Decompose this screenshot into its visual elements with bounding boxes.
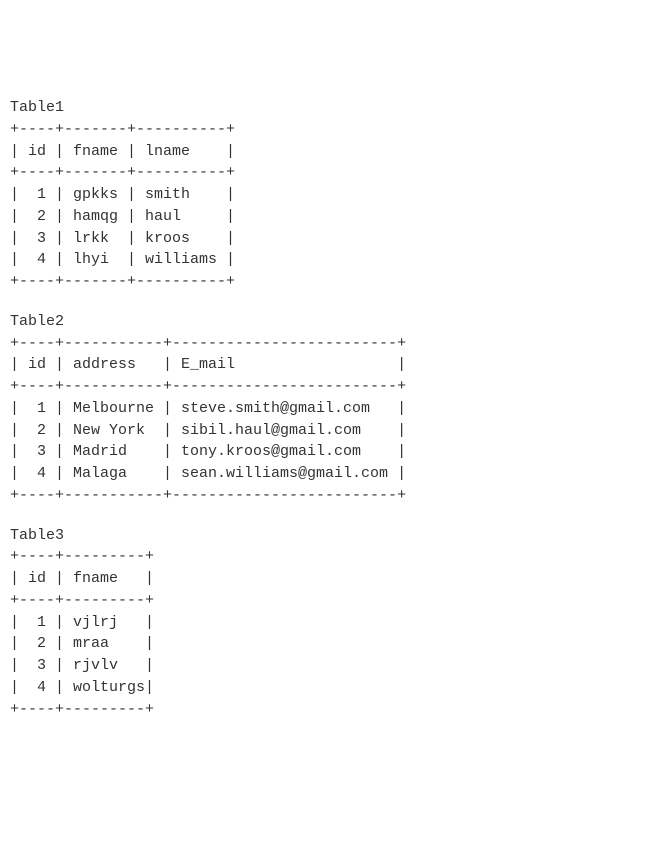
ascii-table-3: Table3 +----+---------+ | id | fname | +… [10, 525, 636, 721]
ascii-table-2: Table2 +----+-----------+---------------… [10, 311, 636, 507]
ascii-tables-output: Table1 +----+-------+----------+ | id | … [10, 97, 636, 720]
ascii-table-1: Table1 +----+-------+----------+ | id | … [10, 97, 636, 293]
